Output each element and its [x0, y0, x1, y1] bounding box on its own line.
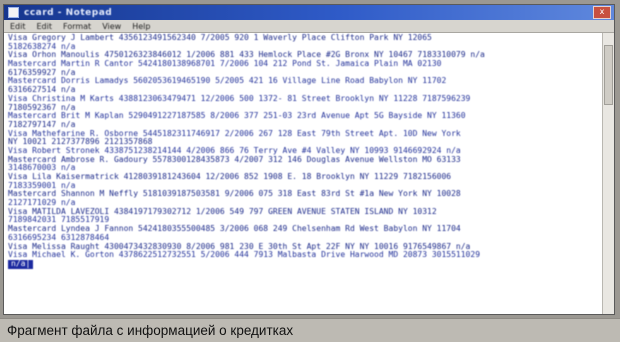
- notepad-app-icon: [8, 7, 19, 18]
- text-selection-highlight[interactable]: n/a|: [8, 259, 34, 269]
- text-line: Mastercard Lyndea J Fannon 5424180355500…: [8, 225, 461, 234]
- menu-item-file[interactable]: Edit: [10, 22, 26, 31]
- text-line: 7189842031 7185517919: [8, 216, 110, 225]
- text-line: 6176359927 n/a: [8, 68, 76, 77]
- text-line: 7180592367 n/a: [8, 103, 76, 112]
- text-line: 7182797147 n/a: [8, 120, 76, 129]
- text-line: Visa Orhon Manoulis 4750126323846012 1/2…: [8, 51, 485, 60]
- screenshot-frame: ccard - Notepad x Edit Edit Format View …: [0, 0, 620, 318]
- menu-item-help[interactable]: Help: [132, 22, 150, 31]
- text-line: Visa MATILDA LAVEZOLI 4384197179302712 1…: [8, 207, 437, 216]
- text-line: 5182638274 n/a: [8, 42, 76, 51]
- text-line: Visa Gregory J Lambert 4356123491562340 …: [8, 34, 432, 42]
- text-line: Mastercard Brit M Kaplan 529049122718758…: [8, 112, 466, 121]
- figure-caption: Фрагмент файла с информацией о кредитках: [0, 318, 620, 342]
- text-line: Visa Christina M Karts 4388123063479471 …: [8, 94, 471, 103]
- menu-bar: Edit Edit Format View Help: [4, 20, 614, 33]
- text-line: Visa Robert Stronek 4338751238214144 4/2…: [8, 146, 461, 155]
- menu-item-view[interactable]: View: [102, 22, 121, 31]
- text-line: 2127171029 n/a: [8, 199, 76, 208]
- text-editor-area[interactable]: Visa Gregory J Lambert 4356123491562340 …: [4, 33, 602, 314]
- title-bar[interactable]: ccard - Notepad x: [4, 5, 614, 20]
- notepad-window: ccard - Notepad x Edit Edit Format View …: [3, 4, 615, 315]
- text-line: NY 10021 2127377896 2121357868: [8, 138, 153, 147]
- text-line: 7183359001 n/a: [8, 181, 76, 190]
- text-line: Mastercard Ambrose R. Gadoury 5578300128…: [8, 155, 461, 164]
- text-line: 6316695234 6312878464: [8, 233, 110, 242]
- window-title: ccard - Notepad: [24, 7, 113, 18]
- title-buttons: x: [593, 5, 614, 20]
- text-line: Mastercard Martin R Cantor 5424180138968…: [8, 60, 442, 69]
- text-line: Visa Lila Kaisermatrick 4128039181243604…: [8, 173, 452, 181]
- text-line: Visa Melissa Raught 4300473432830930 8/2…: [8, 242, 471, 251]
- text-line-selection: n/a|: [8, 259, 598, 269]
- vertical-scrollbar[interactable]: [602, 33, 614, 314]
- text-line: 3148670003 n/a: [8, 164, 76, 173]
- close-button[interactable]: x: [593, 6, 611, 19]
- menu-item-edit[interactable]: Edit: [37, 22, 53, 31]
- text-line: Mastercard Dorris Lamadys 56020536194651…: [8, 77, 447, 86]
- text-line: 6316627514 n/a: [8, 86, 76, 95]
- text-line: Visa Mathefarine R. Osborne 544518231174…: [8, 129, 461, 138]
- text-line: Visa Michael K. Gorton 4378622512732551 …: [8, 251, 481, 260]
- scrollbar-thumb[interactable]: [604, 45, 613, 105]
- menu-item-format[interactable]: Format: [63, 22, 91, 31]
- caption-text: Фрагмент файла с информацией о кредитках: [7, 323, 294, 338]
- text-line: Mastercard Shannon M Neffly 518103918750…: [8, 190, 461, 199]
